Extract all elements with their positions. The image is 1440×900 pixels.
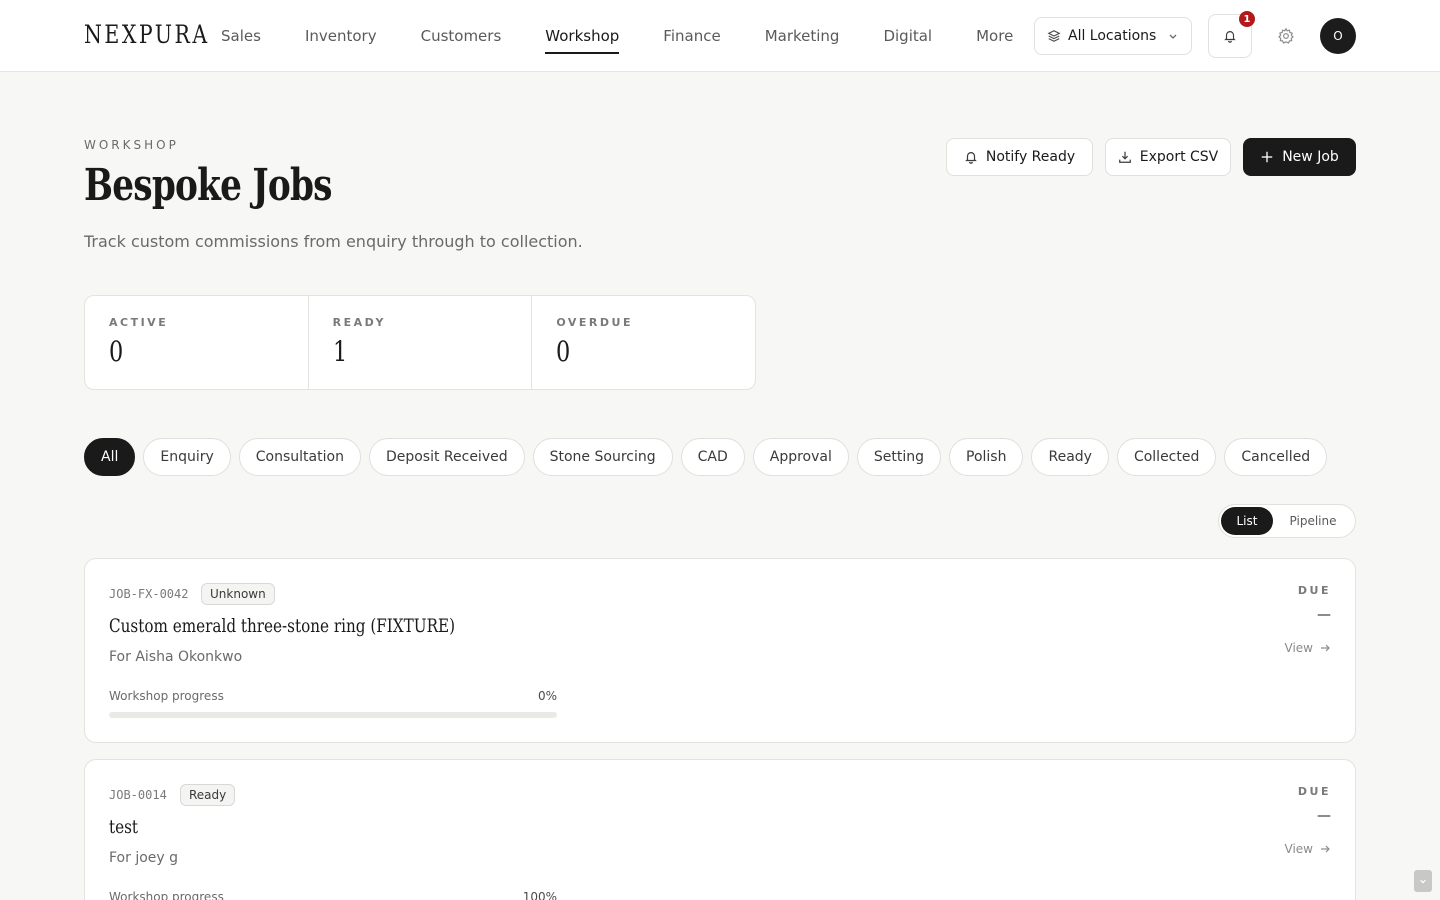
top-bar: NEXPURA Sales Inventory Customers Worksh…	[0, 0, 1440, 72]
gear-icon	[1278, 27, 1294, 44]
filter-collected[interactable]: Collected	[1116, 438, 1217, 476]
notify-ready-label: Notify Ready	[985, 149, 1076, 165]
filter-stone-sourcing[interactable]: Stone Sourcing	[532, 438, 673, 476]
stat-overdue: OVERDUE 0	[532, 296, 755, 389]
view-job-link[interactable]: View	[1285, 641, 1331, 655]
status-filters: All Enquiry Consultation Deposit Receive…	[84, 438, 1335, 476]
filter-polish[interactable]: Polish	[949, 438, 1024, 476]
notify-ready-button[interactable]: Notify Ready	[946, 138, 1093, 176]
stats-panel: ACTIVE 0 READY 1 OVERDUE 0	[84, 295, 756, 390]
due-value: —	[1317, 607, 1331, 623]
filter-approval[interactable]: Approval	[752, 438, 849, 476]
job-card[interactable]: JOB-FX-0042 Unknown Custom emerald three…	[84, 558, 1356, 743]
user-avatar[interactable]: O	[1320, 18, 1356, 54]
chevron-down-icon	[1169, 34, 1177, 39]
notification-count-badge: 1	[1239, 11, 1255, 27]
progress-label: Workshop progress	[109, 890, 224, 900]
filter-consultation[interactable]: Consultation	[238, 438, 361, 476]
due-label: DUE	[1297, 785, 1331, 798]
page-eyebrow: WORKSHOP	[84, 138, 179, 152]
view-job-link[interactable]: View	[1285, 842, 1331, 856]
progress-percent: 100%	[522, 890, 557, 900]
job-client: For joey g	[109, 850, 179, 866]
filter-cancelled[interactable]: Cancelled	[1224, 438, 1328, 476]
stat-value: 1	[332, 335, 347, 368]
job-card[interactable]: JOB-0014 Ready test For joey g Workshop …	[84, 759, 1356, 900]
new-job-label: New Job	[1282, 149, 1339, 165]
progress-label: Workshop progress	[109, 689, 224, 703]
view-toggle: List Pipeline	[1218, 504, 1356, 538]
due-label: DUE	[1297, 584, 1331, 597]
stat-ready: READY 1	[309, 296, 533, 389]
new-job-button[interactable]: New Job	[1243, 138, 1356, 176]
nav-item-finance[interactable]: Finance	[663, 0, 720, 72]
nav-item-more[interactable]: More	[976, 0, 1013, 72]
nav-item-workshop[interactable]: Workshop	[545, 0, 620, 72]
location-select[interactable]: All Locations	[1034, 17, 1192, 55]
export-csv-label: Export CSV	[1139, 149, 1219, 165]
job-title: Custom emerald three-stone ring (FIXTURE…	[109, 615, 456, 637]
plus-icon	[1261, 151, 1273, 163]
arrow-right-icon	[1321, 644, 1330, 652]
nav-item-customers[interactable]: Customers	[421, 0, 502, 72]
nav-item-marketing[interactable]: Marketing	[765, 0, 840, 72]
filter-deposit-received[interactable]: Deposit Received	[368, 438, 525, 476]
filter-enquiry[interactable]: Enquiry	[143, 438, 231, 476]
progress-bar	[109, 712, 557, 718]
nav-item-sales[interactable]: Sales	[221, 0, 261, 72]
filter-ready[interactable]: Ready	[1031, 438, 1109, 476]
main-nav: Sales Inventory Customers Workshop Finan…	[221, 0, 1057, 72]
stat-label: OVERDUE	[556, 316, 633, 329]
status-badge: Unknown	[201, 583, 275, 605]
download-icon	[1118, 151, 1131, 163]
bell-icon	[1224, 31, 1236, 43]
page-subtitle: Track custom commissions from enquiry th…	[84, 232, 583, 251]
progress-percent: 0%	[537, 689, 557, 703]
location-select-label: All Locations	[1068, 28, 1157, 44]
job-title: test	[109, 816, 139, 838]
stat-value: 0	[556, 335, 571, 368]
view-job-label: View	[1284, 842, 1313, 856]
arrow-right-icon	[1321, 845, 1330, 853]
settings-button[interactable]	[1274, 24, 1298, 48]
stat-label: READY	[332, 316, 386, 329]
export-csv-button[interactable]: Export CSV	[1105, 138, 1231, 176]
view-job-label: View	[1284, 641, 1313, 655]
nav-item-inventory[interactable]: Inventory	[305, 0, 377, 72]
view-pipeline-button[interactable]: Pipeline	[1273, 507, 1353, 535]
nav-item-digital[interactable]: Digital	[883, 0, 932, 72]
stat-active: ACTIVE 0	[85, 296, 309, 389]
status-badge: Ready	[180, 784, 236, 806]
view-list-button[interactable]: List	[1221, 507, 1273, 535]
stat-value: 0	[109, 335, 124, 368]
filter-setting[interactable]: Setting	[856, 438, 942, 476]
page-title: Bespoke Jobs	[84, 160, 332, 211]
bell-icon	[964, 152, 977, 164]
layers-icon	[1047, 30, 1061, 42]
job-id: JOB-0014	[109, 788, 167, 802]
stat-label: ACTIVE	[109, 316, 169, 329]
chevron-down-icon	[1420, 879, 1426, 884]
filter-all[interactable]: All	[84, 438, 136, 476]
due-value: —	[1317, 808, 1331, 824]
brand-logo[interactable]: NEXPURA	[84, 20, 210, 49]
filter-cad[interactable]: CAD	[680, 438, 745, 476]
job-id: JOB-FX-0042	[109, 587, 189, 601]
job-client: For Aisha Okonkwo	[109, 649, 243, 665]
scroll-down-indicator[interactable]	[1414, 870, 1432, 892]
